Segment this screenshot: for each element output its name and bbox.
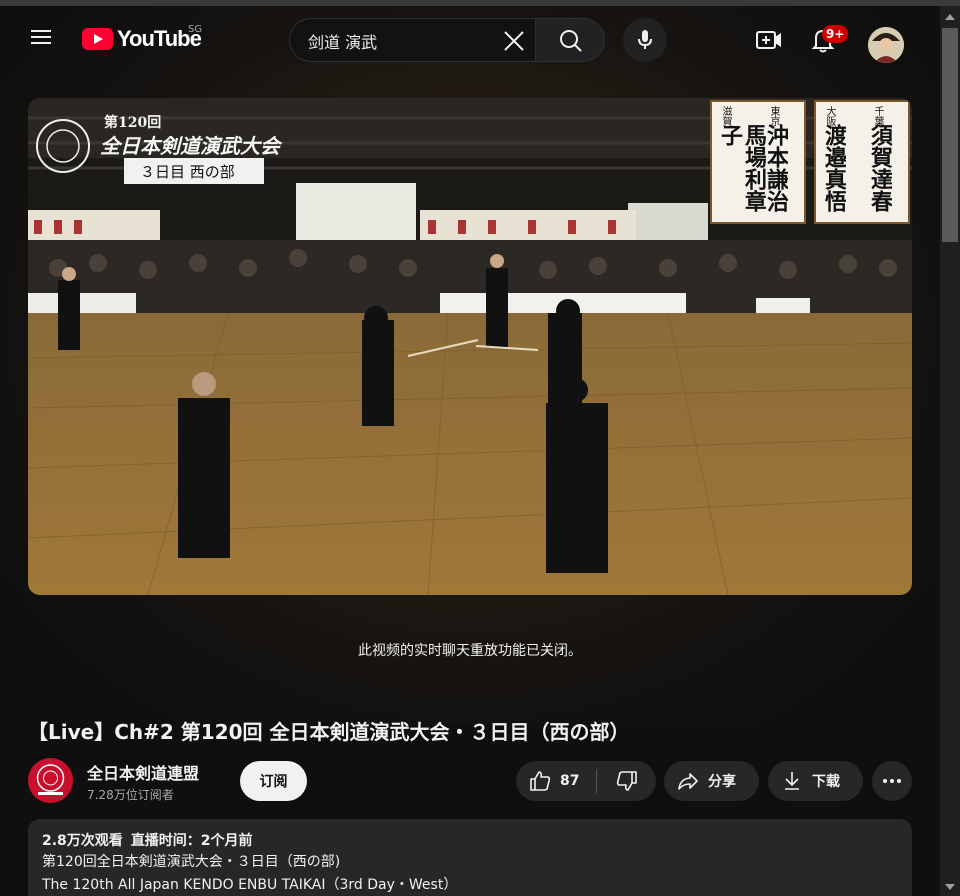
overlay-title: 全日本剣道演武大会 <box>100 134 280 158</box>
page-scrollbar[interactable] <box>940 6 960 896</box>
region-code: SG <box>188 24 203 35</box>
channel-name[interactable]: 全日本剣道連盟 <box>87 760 199 784</box>
share-arrow-icon <box>678 773 698 790</box>
like-dislike-group: 87 <box>516 761 656 801</box>
chat-replay-disabled-notice: 此视频的实时聊天重放功能已关闭。 <box>358 643 582 659</box>
description-line: The 120th All Japan KENDO ENBU TAIKAI（3r… <box>42 877 458 893</box>
name-card-right-pref-2: 千葉 <box>872 106 883 126</box>
description-line: 第120回全日本剣道演武大会・３日目（西の部) <box>42 854 341 870</box>
name-card-left-pref-1: 滋賀 <box>720 106 731 126</box>
notification-badge: 9+ <box>822 25 849 43</box>
download-button[interactable]: 下载 <box>768 761 863 801</box>
search-bar <box>289 18 605 62</box>
download-label: 下载 <box>812 774 840 790</box>
subscriber-count: 7.28万位订阅者 <box>87 788 174 802</box>
subscribe-button[interactable]: 订阅 <box>240 761 307 801</box>
menu-icon[interactable] <box>26 26 56 52</box>
search-box <box>289 18 535 62</box>
overlay-day: ３日目 西の部 <box>140 163 235 181</box>
name-card-left: 滋賀 東京 馬場利章子 沖本謙治 <box>710 100 806 224</box>
like-button[interactable]: 87 <box>516 761 596 801</box>
search-icon <box>560 30 582 52</box>
thumbs-up-icon <box>530 771 551 791</box>
account-avatar[interactable] <box>868 27 904 63</box>
voice-search-button[interactable] <box>623 18 667 62</box>
thumbs-down-icon <box>616 771 637 791</box>
video-player[interactable]: 第120回 全日本剣道演武大会 ３日目 西の部 滋賀 東京 馬場利章子 沖本謙治… <box>28 98 912 595</box>
scroll-down-arrow-icon[interactable] <box>945 884 955 890</box>
overlay-edition: 第120回 <box>104 115 162 131</box>
search-button[interactable] <box>535 18 605 62</box>
description-box[interactable]: 2.8万次观看 直播时间：2个月前 第120回全日本剣道演武大会・３日目（西の部)… <box>28 819 912 896</box>
more-actions-button[interactable] <box>872 761 912 801</box>
name-card-right-name-2: 須賀達春 <box>868 124 892 212</box>
stream-date: 直播时间：2个月前 <box>130 833 253 849</box>
name-card-right-pref-1: 大阪 <box>824 106 835 126</box>
name-card-left-pref-2: 東京 <box>768 106 779 126</box>
youtube-logo[interactable]: YouTube <box>82 26 202 52</box>
channel-emblem-icon <box>36 764 65 795</box>
create-video-icon[interactable] <box>753 24 785 56</box>
description-meta: 2.8万次观看 直播时间：2个月前 <box>42 831 898 851</box>
video-title: 【Live】Ch#2 第120回 全日本剣道演武大会・３日目（西の部） <box>28 720 630 744</box>
scroll-up-arrow-icon[interactable] <box>945 14 955 20</box>
youtube-play-icon <box>82 28 113 50</box>
channel-avatar[interactable] <box>28 758 73 803</box>
name-card-left-name-1: 馬場利章子 <box>718 124 766 212</box>
more-horizontal-icon <box>883 779 901 783</box>
name-card-right-name-1: 渡邉真悟 <box>822 124 846 212</box>
view-count: 2.8万次观看 <box>42 833 123 849</box>
download-icon <box>785 772 799 790</box>
masthead: YouTube SG 9+ <box>0 6 940 74</box>
name-card-right: 大阪 千葉 渡邉真悟 須賀達春 <box>814 100 910 224</box>
scrollbar-thumb[interactable] <box>942 28 958 242</box>
dislike-button[interactable] <box>597 761 656 801</box>
name-card-left-name-2: 沖本謙治 <box>764 124 788 212</box>
microphone-icon <box>638 30 652 49</box>
search-input[interactable] <box>308 28 498 54</box>
share-label: 分享 <box>708 774 736 790</box>
clear-search-icon[interactable] <box>501 28 527 54</box>
avatar-portrait-icon <box>868 27 904 63</box>
share-button[interactable]: 分享 <box>664 761 759 801</box>
like-count: 87 <box>560 773 580 789</box>
